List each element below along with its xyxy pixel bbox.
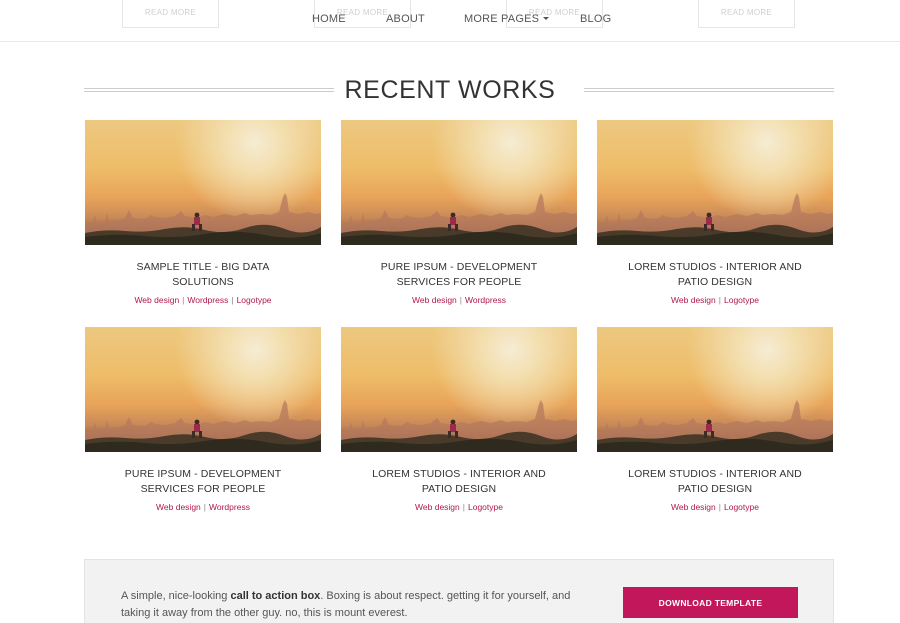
work-title[interactable]: LOREM STUDIOS - INTERIOR AND PATIO DESIG… [597, 260, 833, 290]
work-tag-link[interactable]: Web design [412, 295, 457, 305]
work-tag-link[interactable]: Web design [134, 295, 179, 305]
nav-blog[interactable]: BLOG [580, 13, 611, 25]
work-thumbnail[interactable] [341, 327, 577, 452]
site-header: HOME ABOUT MORE PAGES BLOG [0, 0, 900, 42]
nav-about[interactable]: ABOUT [386, 13, 425, 25]
work-thumbnail[interactable] [85, 120, 321, 245]
work-thumbnail[interactable] [85, 327, 321, 452]
skyline-silhouette [341, 400, 577, 452]
work-title[interactable]: LOREM STUDIOS - INTERIOR AND PATIO DESIG… [597, 467, 833, 497]
work-tags: Web design | Wordpress [341, 295, 577, 305]
work-tag-link[interactable]: Logotype [468, 502, 503, 512]
download-template-button[interactable]: DOWNLOAD TEMPLATE [623, 587, 798, 618]
work-tags: Web design | Wordpress | Logotype [85, 295, 321, 305]
page: READ MORE READ MORE READ MORE READ MORE … [0, 0, 900, 623]
work-thumbnail[interactable] [597, 120, 833, 245]
skyline-silhouette [85, 400, 321, 452]
call-to-action-box: A simple, nice-looking call to action bo… [84, 559, 834, 623]
work-title[interactable]: SAMPLE TITLE - BIG DATA SOLUTIONS [85, 260, 321, 290]
tag-separator: | [182, 295, 185, 305]
work-tag-link[interactable]: Logotype [237, 295, 272, 305]
work-tag-link[interactable]: Web design [415, 502, 460, 512]
tag-separator: | [718, 502, 721, 512]
skyline-silhouette [85, 193, 321, 245]
work-item[interactable]: LOREM STUDIOS - INTERIOR AND PATIO DESIG… [597, 327, 833, 512]
nav-more-pages-label: MORE PAGES [464, 13, 540, 25]
work-tag-link[interactable]: Web design [671, 502, 716, 512]
work-item[interactable]: PURE IPSUM - DEVELOPMENT SERVICES FOR PE… [85, 327, 321, 512]
skyline-silhouette [341, 193, 577, 245]
skyline-silhouette [597, 400, 833, 452]
work-thumbnail[interactable] [341, 120, 577, 245]
work-tags: Web design | Wordpress [85, 502, 321, 512]
work-title[interactable]: LOREM STUDIOS - INTERIOR AND PATIO DESIG… [341, 467, 577, 497]
work-tag-link[interactable]: Web design [156, 502, 201, 512]
work-thumbnail[interactable] [597, 327, 833, 452]
work-title[interactable]: PURE IPSUM - DEVELOPMENT SERVICES FOR PE… [341, 260, 577, 290]
work-tag-link[interactable]: Web design [671, 295, 716, 305]
work-item[interactable]: SAMPLE TITLE - BIG DATA SOLUTIONS Web de… [85, 120, 321, 305]
tag-separator: | [718, 295, 721, 305]
cta-text: A simple, nice-looking call to action bo… [121, 590, 571, 619]
work-tags: Web design | Logotype [597, 295, 833, 305]
work-item[interactable]: LOREM STUDIOS - INTERIOR AND PATIO DESIG… [341, 327, 577, 512]
tag-separator: | [462, 502, 465, 512]
work-tags: Web design | Logotype [341, 502, 577, 512]
work-tag-link[interactable]: Wordpress [187, 295, 228, 305]
work-tags: Web design | Logotype [597, 502, 833, 512]
work-tag-link[interactable]: Wordpress [209, 502, 250, 512]
work-title[interactable]: PURE IPSUM - DEVELOPMENT SERVICES FOR PE… [85, 467, 321, 497]
caret-down-icon [543, 17, 550, 20]
tag-separator: | [459, 295, 462, 305]
work-tag-link[interactable]: Logotype [724, 295, 759, 305]
work-tag-link[interactable]: Logotype [724, 502, 759, 512]
work-item[interactable]: LOREM STUDIOS - INTERIOR AND PATIO DESIG… [597, 120, 833, 305]
work-tag-link[interactable]: Wordpress [465, 295, 506, 305]
title-divider-right [584, 88, 834, 92]
tag-separator: | [203, 502, 206, 512]
work-item[interactable]: PURE IPSUM - DEVELOPMENT SERVICES FOR PE… [341, 120, 577, 305]
tag-separator: | [231, 295, 234, 305]
skyline-silhouette [597, 193, 833, 245]
nav-more-pages[interactable]: MORE PAGES [464, 13, 550, 25]
nav-home[interactable]: HOME [312, 13, 346, 25]
